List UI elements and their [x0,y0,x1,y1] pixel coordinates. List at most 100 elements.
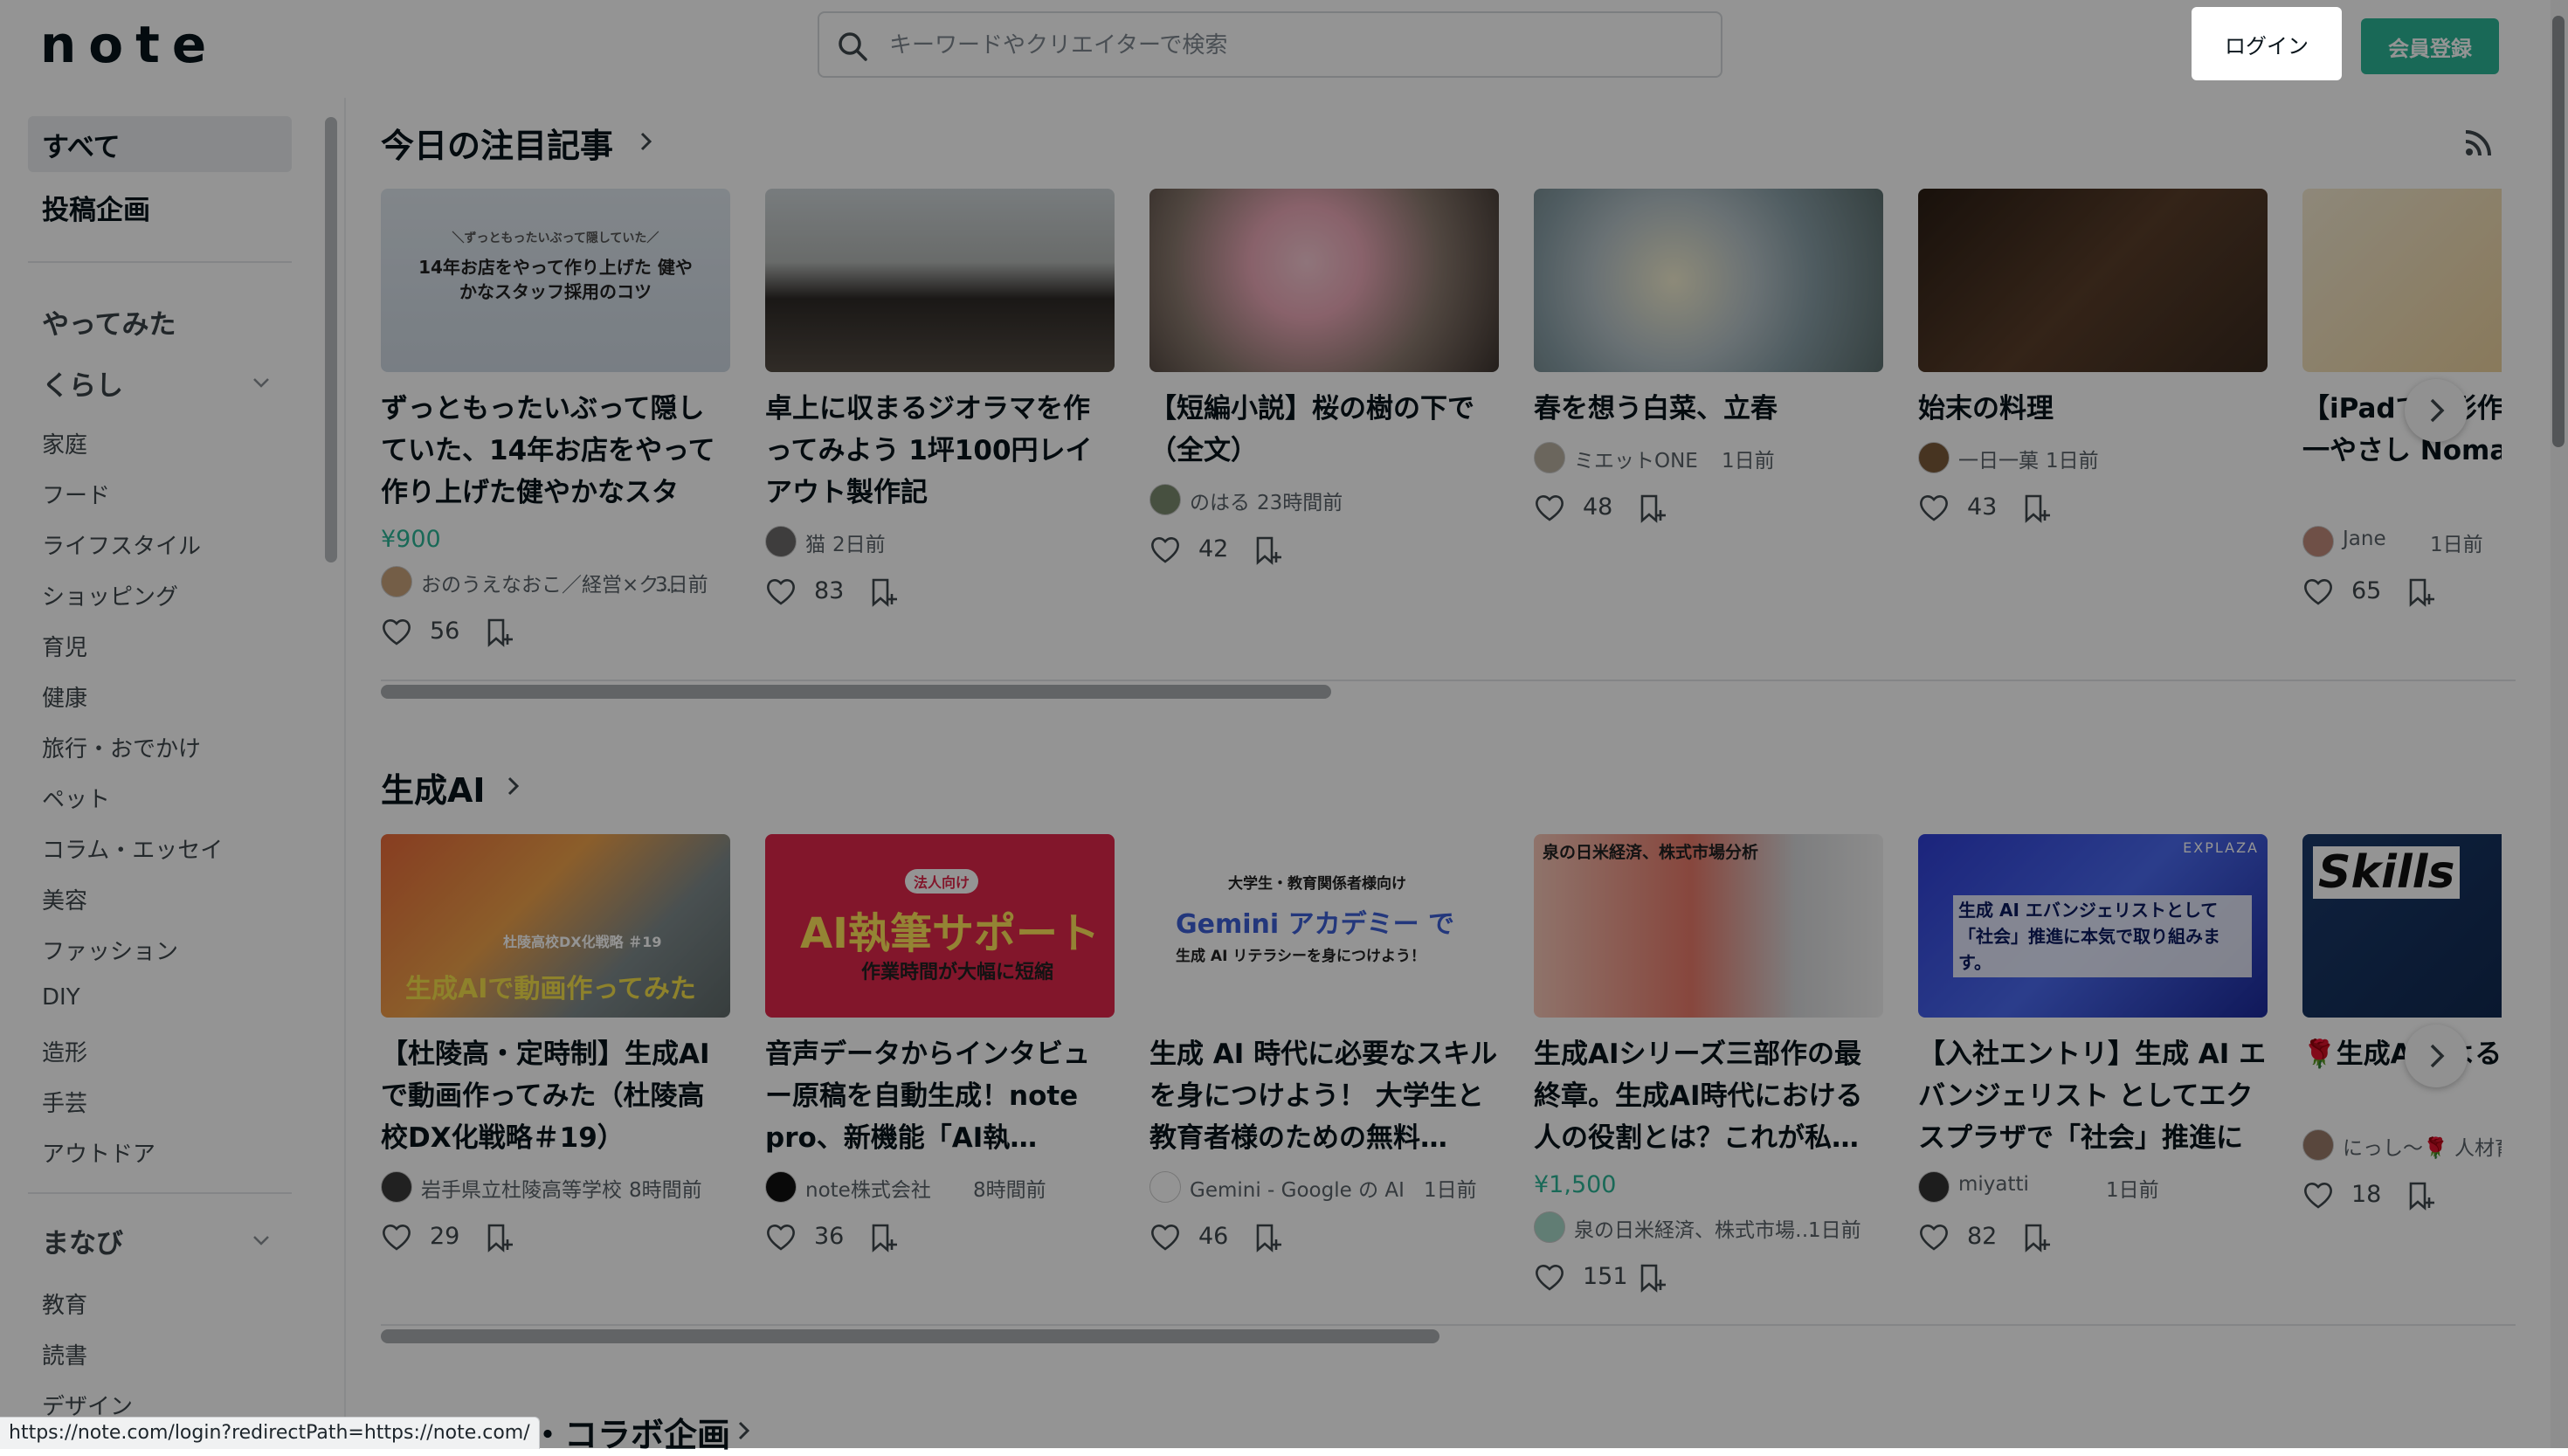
like-icon[interactable] [381,1222,412,1252]
article-title[interactable]: 【杜陵高・定時制】生成AIで動画作ってみた（杜陵高校DX化戦略＃19） [381,1033,730,1159]
add-to-magazine-icon[interactable] [868,576,900,608]
article-title[interactable]: 生成 AI 時代に必要なスキルを身につけよう！ 大学生と教育者様のための無料… [1149,1033,1499,1159]
article-author[interactable]: にっし～🌹 人材育 [2302,1129,2502,1161]
like-icon[interactable] [765,1222,797,1252]
sidebar-subitem[interactable]: アウトドア [42,1136,155,1169]
article-title[interactable]: 【入社エントリ】生成 AI エバンジェリスト としてエクスプラザで「社会」推進に… [1918,1033,2268,1159]
like-icon[interactable] [381,617,412,646]
like-icon[interactable] [1534,1262,1565,1292]
add-to-magazine-icon[interactable] [2406,1180,2437,1211]
row-scrollbar[interactable] [381,1329,1439,1343]
article-thumbnail[interactable]: ＼ずっともったいぶって隠していた／ 14年お店をやって作り上げた 健やかなスタッフ… [381,189,730,372]
author-avatar[interactable] [1534,442,1565,473]
article-thumbnail[interactable]: 生成 AI エバンジェリストとして 「社会」推進に本気で取り組みます。 EXPLA… [1918,834,2268,1018]
author-avatar[interactable] [765,526,797,557]
article-author[interactable]: 岩手県立杜陵高等学校 8時間前 [381,1171,730,1203]
sidebar-subitem[interactable]: 健康 [42,680,87,713]
row-scrollbar[interactable] [381,685,1331,699]
search-input[interactable] [887,22,1677,69]
like-icon[interactable] [1149,1222,1181,1252]
article-thumbnail[interactable]: 生成 AI リテラシーを身につけよう！ Gemini アカデミー で 大学生・教育関… [1149,834,1499,1018]
author-avatar[interactable] [1534,1211,1565,1243]
sidebar-item-contest[interactable]: 投稿企画 [42,188,150,227]
article-thumbnail[interactable]: 作業時間が大幅に短縮 AI執筆サポート 法人向け [765,834,1115,1018]
sidebar-subitem[interactable]: 育児 [42,630,87,662]
sidebar-subitem[interactable]: 美容 [42,883,87,915]
article-title[interactable]: ずっともったいぶって隠していた、14年お店をやって作り上げた健やかなスタッ… [381,388,730,514]
sidebar-item-all[interactable]: すべて [42,125,121,164]
article-thumbnail[interactable] [1149,189,1499,372]
article-thumbnail[interactable] [1918,189,2268,372]
author-avatar[interactable] [381,566,412,597]
sidebar-subitem[interactable]: フード [42,478,110,510]
article-author[interactable]: 猫 2日前 [765,526,1115,557]
author-name[interactable]: Gemini - Google の AI [1190,1173,1405,1203]
article-thumbnail[interactable]: Skills [2302,834,2502,1018]
article-author[interactable]: Gemini - Google の AI 1日前 [1149,1171,1499,1203]
add-to-magazine-icon[interactable] [2021,493,2053,524]
article-title[interactable]: 生成AIシリーズ三部作の最終章。生成AI時代における人の役割とは？これが私… [1534,1033,1883,1159]
login-button-highlight[interactable]: ログイン [2192,7,2342,80]
article-title[interactable]: 【iPadで造形作品 版！世界一やさし NomadSculpt [2302,388,2502,472]
author-name[interactable]: miyatti [1958,1173,2029,1196]
page-scrollbar[interactable] [2552,16,2565,447]
article-title[interactable]: 🌹生成AIによる 革の最前線 [2302,1033,2502,1075]
article-thumbnail[interactable] [1534,189,1883,372]
author-avatar[interactable] [1918,1171,1950,1203]
signup-button[interactable]: 会員登録 [2361,18,2499,74]
sidebar-subitem[interactable]: コラム・エッセイ [42,832,223,865]
chevron-right-icon[interactable] [503,772,524,800]
author-avatar[interactable] [381,1171,412,1203]
sidebar-subitem[interactable]: 教育 [42,1287,87,1320]
like-icon[interactable] [1534,493,1565,522]
author-name[interactable]: ミエットONE [1574,444,1698,473]
article-author[interactable]: note株式会社 8時間前 [765,1171,1115,1203]
author-avatar[interactable] [2302,1129,2334,1161]
author-name[interactable]: 泉の日米経済、株式市場… [1574,1213,1815,1243]
article-thumbnail[interactable]: 泉の日米経済、株式市場分析 [1534,834,1883,1018]
sidebar-subitem[interactable]: ファッション [42,934,178,966]
author-avatar[interactable] [765,1171,797,1203]
rss-icon[interactable] [2463,128,2493,158]
note-logo[interactable]: note [40,19,218,70]
add-to-magazine-icon[interactable] [1253,1222,1284,1253]
sidebar-group-manabi[interactable]: まなび [42,1221,123,1260]
article-author[interactable]: 泉の日米経済、株式市場… 1日前 [1534,1211,1883,1243]
author-name[interactable]: にっし～🌹 人材育 [2343,1131,2502,1161]
article-title[interactable]: 始末の料理 [1918,388,2268,430]
article-author[interactable]: 一日一菓 1日前 [1918,442,2268,473]
article-thumbnail[interactable] [765,189,1115,372]
sidebar-subitem[interactable]: 家庭 [42,427,87,459]
like-icon[interactable] [2302,1180,2334,1210]
author-name[interactable]: 一日一菓 [1958,444,2039,473]
add-to-magazine-icon[interactable] [2406,576,2437,608]
chevron-right-icon[interactable] [734,1417,755,1445]
article-author[interactable]: のはる 23時間前 [1149,484,1499,515]
author-avatar[interactable] [1149,484,1181,515]
author-name[interactable]: おのうえなおこ／経営×ク… [421,568,679,597]
section-title-featured[interactable]: 今日の注目記事 [381,119,613,167]
sidebar-subitem[interactable]: ライフスタイル [42,528,201,561]
author-avatar[interactable] [1149,1171,1181,1203]
article-author[interactable]: miyatti 1日前 [1918,1171,2268,1203]
sidebar-subitem[interactable]: 造形 [42,1035,87,1067]
sidebar-scrollbar[interactable] [325,117,337,562]
search-box[interactable] [818,11,1722,78]
sidebar-subitem[interactable]: 手芸 [42,1086,87,1118]
author-name[interactable]: 岩手県立杜陵高等学校 [421,1173,622,1203]
author-name[interactable]: Jane [2343,528,2386,550]
author-avatar[interactable] [1918,442,1950,473]
sidebar-subitem[interactable]: ペット [42,782,110,814]
article-thumbnail[interactable] [2302,189,2502,372]
chevron-down-icon[interactable] [249,1228,273,1252]
add-to-magazine-icon[interactable] [868,1222,900,1253]
article-title[interactable]: 【短編小説】桜の樹の下で（全文） [1149,388,1499,472]
sidebar-subitem[interactable]: 読書 [42,1338,87,1370]
article-thumbnail[interactable]: 杜陵高校DX化戦略 ＃19 生成AIで動画作ってみた [381,834,730,1018]
author-name[interactable]: 猫 [805,528,825,557]
add-to-magazine-icon[interactable] [484,617,515,648]
like-icon[interactable] [1918,1222,1950,1252]
sidebar-item-yattemita[interactable]: やってみた [42,302,176,342]
chevron-right-icon[interactable] [636,128,657,155]
article-title[interactable]: 春を想う白菜、立春 [1534,388,1883,430]
